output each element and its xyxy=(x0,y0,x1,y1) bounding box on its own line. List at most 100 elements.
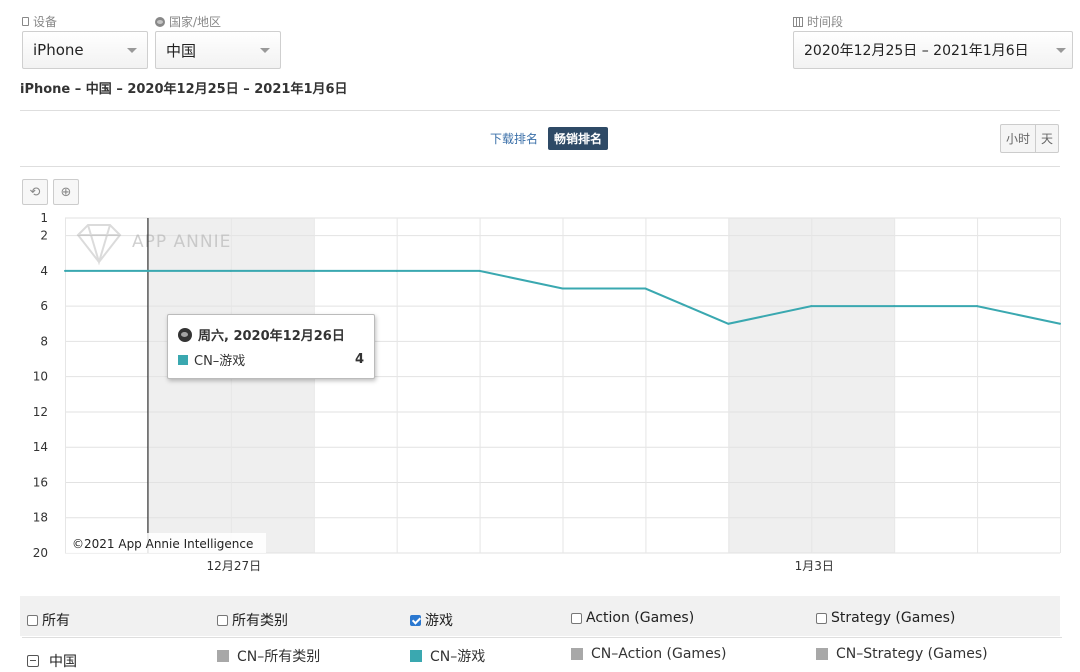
granularity-toggle: 小时 天 xyxy=(1000,124,1060,153)
y-tick-label: 2 xyxy=(40,229,48,243)
chevron-down-icon xyxy=(1056,48,1066,53)
divider xyxy=(20,166,1060,167)
series-legend-item[interactable]: CN–游戏 xyxy=(410,646,485,666)
checkbox-icon xyxy=(816,612,827,624)
series-point xyxy=(976,305,979,308)
tooltip-series: CN–游戏 xyxy=(194,354,246,369)
checkbox-checked-icon xyxy=(410,614,421,626)
checkbox-icon xyxy=(27,614,38,626)
period-select-value: 2020年12月25日 – 2021年1月6日 xyxy=(804,43,1029,59)
series-point xyxy=(229,269,232,272)
x-tick-label: 12月27日 xyxy=(207,559,262,573)
tooltip-header: 周六, 2020年12月26日 xyxy=(178,325,364,344)
device-filter-label: 设备 xyxy=(22,13,57,30)
series-point xyxy=(727,322,730,325)
y-tick-label: 1 xyxy=(40,211,48,225)
country-select-value: 中国 xyxy=(166,41,197,60)
period-select[interactable]: 2020年12月25日 – 2021年1月6日 xyxy=(793,31,1073,69)
divider xyxy=(22,637,1062,638)
y-tick-label: 12 xyxy=(33,405,48,419)
category-checkbox[interactable]: 游戏 xyxy=(410,610,453,630)
zoom-button[interactable]: ⊕ xyxy=(53,179,79,205)
series-legend-item[interactable]: CN–所有类别 xyxy=(217,646,320,666)
device-icon xyxy=(22,17,29,26)
series-point xyxy=(312,269,315,272)
watermark-text: APP ANNIE xyxy=(132,232,231,252)
chevron-down-icon xyxy=(260,48,270,53)
credit-text: ©2021 App Annie Intelligence xyxy=(72,537,253,551)
category-label: 所有 xyxy=(42,613,70,629)
series-point xyxy=(644,287,647,290)
series-legend-item[interactable]: CN–Action (Games) xyxy=(571,646,726,662)
series-point xyxy=(893,305,896,308)
country-select[interactable]: 中国 xyxy=(155,31,281,69)
series-swatch xyxy=(816,648,828,660)
device-select[interactable]: iPhone xyxy=(22,31,148,69)
series-label: CN–所有类别 xyxy=(237,649,321,665)
granularity-hour[interactable]: 小时 xyxy=(1001,125,1035,152)
tooltip-value: 4 xyxy=(354,352,364,367)
category-label: Strategy (Games) xyxy=(831,610,956,626)
globe-icon xyxy=(155,16,165,27)
download-rank-tab[interactable]: 下载排名 xyxy=(484,127,544,150)
divider xyxy=(20,110,1060,111)
y-tick-label: 8 xyxy=(40,334,48,348)
series-legend-item[interactable]: CN–Strategy (Games) xyxy=(816,646,988,662)
region-collapse-toggle[interactable]: 中国 xyxy=(27,651,77,671)
zoom-icon: ⊕ xyxy=(60,184,72,200)
category-checkbox[interactable]: 所有类别 xyxy=(217,610,288,630)
tooltip-date: 周六, 2020年12月26日 xyxy=(198,329,345,344)
series-point xyxy=(146,269,149,272)
y-tick-label: 18 xyxy=(33,511,48,525)
y-tick-label: 14 xyxy=(33,440,48,454)
country-label-text: 国家/地区 xyxy=(169,15,222,29)
rank-type-toggle: 下载排名 畅销排名 xyxy=(484,127,609,150)
tooltip-row: CN–游戏 4 xyxy=(178,350,364,369)
collapse-icon xyxy=(27,655,39,667)
granularity-day[interactable]: 天 xyxy=(1035,125,1058,152)
checkbox-icon xyxy=(571,612,582,624)
chevron-down-icon xyxy=(127,48,137,53)
rank-line-chart: 1246810121416182012月27日 1月3日APP ANNIE©202… xyxy=(33,211,1061,573)
category-checkbox[interactable]: Strategy (Games) xyxy=(816,610,955,626)
series-label: CN–Action (Games) xyxy=(591,646,727,662)
reset-icon: ⟲ xyxy=(29,184,41,200)
reset-zoom-button[interactable]: ⟲ xyxy=(22,179,48,205)
category-label: 所有类别 xyxy=(232,613,288,629)
series-point xyxy=(395,269,398,272)
category-checkbox[interactable]: Action (Games) xyxy=(571,610,694,626)
y-tick-label: 16 xyxy=(33,475,48,489)
device-label-text: 设备 xyxy=(33,15,58,29)
category-checkbox[interactable]: 所有 xyxy=(27,610,70,630)
series-label: CN–游戏 xyxy=(430,649,486,665)
y-tick-label: 10 xyxy=(33,370,48,384)
series-point xyxy=(1059,322,1061,325)
device-select-value: iPhone xyxy=(33,41,84,59)
globe-icon xyxy=(178,327,192,342)
series-swatch xyxy=(217,650,229,662)
series-point xyxy=(64,269,66,272)
x-tick-label: 1月3日 xyxy=(795,559,834,573)
category-label: Action (Games) xyxy=(586,610,695,626)
region-label: 中国 xyxy=(49,654,77,670)
y-tick-label: 4 xyxy=(40,264,48,278)
y-tick-label: 20 xyxy=(33,546,48,560)
y-tick-label: 6 xyxy=(40,299,48,313)
country-filter-label: 国家/地区 xyxy=(155,13,221,30)
series-swatch xyxy=(178,354,188,365)
period-label-text: 时间段 xyxy=(807,15,844,29)
grossing-rank-tab[interactable]: 畅销排名 xyxy=(548,127,609,150)
series-swatch xyxy=(571,648,583,660)
series-point xyxy=(561,287,564,290)
series-point xyxy=(810,305,813,308)
calendar-icon xyxy=(793,16,803,27)
category-label: 游戏 xyxy=(425,613,453,629)
series-label: CN–Strategy (Games) xyxy=(836,646,988,662)
period-filter-label: 时间段 xyxy=(793,13,843,30)
watermark-logo xyxy=(76,224,122,266)
diamond-logo-icon xyxy=(76,224,122,266)
page-subtitle: iPhone – 中国 – 2020年12月25日 – 2021年1月6日 xyxy=(20,82,348,97)
checkbox-icon xyxy=(217,614,228,626)
series-swatch xyxy=(410,650,422,662)
chart-tooltip: 周六, 2020年12月26日 CN–游戏 4 xyxy=(167,314,375,379)
